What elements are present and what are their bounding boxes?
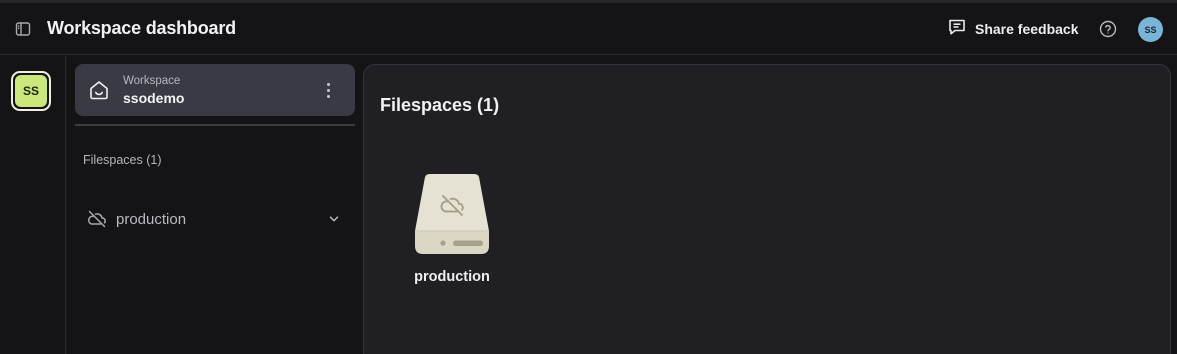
page-title: Workspace dashboard bbox=[47, 18, 236, 38]
help-circle-icon[interactable] bbox=[1098, 19, 1118, 39]
workspace-name: ssodemo bbox=[123, 90, 185, 106]
workspace-rail: SS bbox=[0, 56, 66, 354]
drive-label: production bbox=[414, 269, 490, 285]
workspace-avatar: SS bbox=[15, 75, 47, 107]
filespaces-section-title: Filespaces (1) bbox=[83, 153, 162, 167]
sidebar-toggle-icon[interactable] bbox=[14, 20, 32, 38]
drive-icon bbox=[413, 173, 491, 256]
share-feedback-label: Share feedback bbox=[975, 21, 1079, 37]
sidebar-item-label: production bbox=[116, 210, 187, 228]
filespaces-heading: Filespaces (1) bbox=[380, 95, 500, 115]
workspace-label: Workspace bbox=[123, 75, 181, 87]
sidebar-item-production[interactable]: production bbox=[83, 202, 341, 236]
filespace-drive-production[interactable]: production bbox=[402, 173, 502, 293]
message-square-icon bbox=[947, 17, 967, 42]
sidebar: Workspace ssodemo Filespaces (1) product… bbox=[67, 56, 363, 354]
home-icon bbox=[88, 79, 110, 101]
share-feedback-button[interactable]: Share feedback bbox=[947, 16, 1079, 42]
top-header: Workspace dashboard Share feedback SS bbox=[0, 3, 1177, 55]
app-window: Workspace dashboard Share feedback SS SS bbox=[0, 0, 1177, 354]
main-panel: Filespaces (1) production bbox=[363, 64, 1171, 354]
more-vertical-icon[interactable] bbox=[321, 78, 335, 102]
workspace-avatar-button[interactable]: SS bbox=[11, 71, 51, 111]
sidebar-divider bbox=[75, 124, 355, 126]
workspace-selector[interactable]: Workspace ssodemo bbox=[75, 64, 355, 116]
user-avatar[interactable]: SS bbox=[1138, 17, 1163, 42]
chevron-down-icon[interactable] bbox=[327, 212, 341, 226]
cloud-off-icon bbox=[87, 209, 107, 229]
